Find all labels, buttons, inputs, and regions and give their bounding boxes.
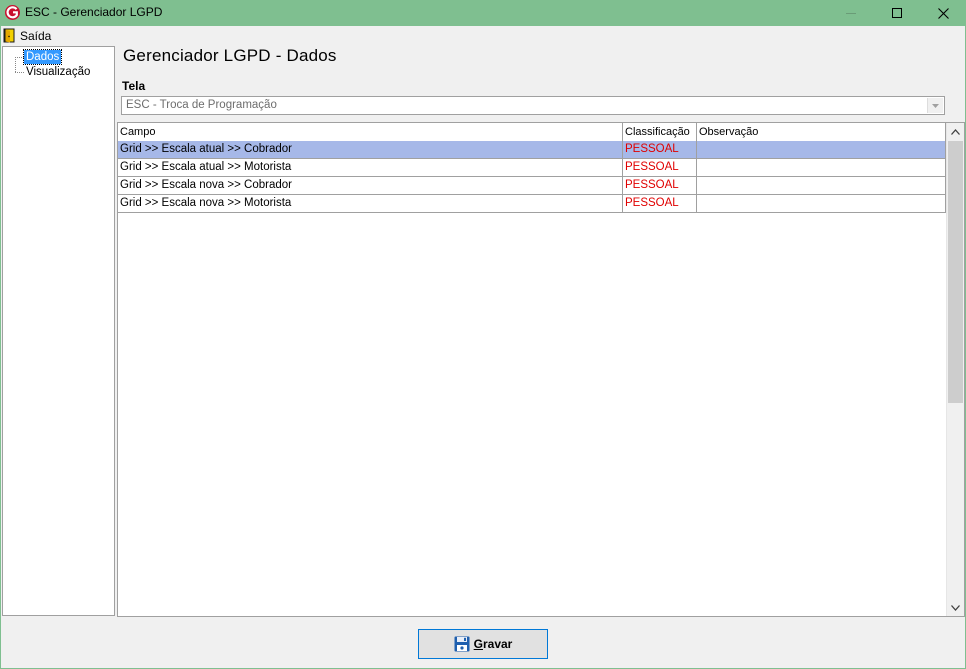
chevron-down-icon bbox=[932, 103, 939, 108]
app-logo-icon bbox=[5, 5, 20, 20]
table-row[interactable]: Grid >> Escala nova >> Motorista PESSOAL bbox=[118, 195, 946, 213]
column-header-campo[interactable]: Campo bbox=[118, 123, 623, 141]
fields-grid[interactable]: Campo Classificação Observação Grid >> E… bbox=[117, 122, 965, 617]
exit-door-icon bbox=[3, 28, 15, 43]
maximize-icon bbox=[892, 8, 902, 18]
cell-classificacao[interactable]: PESSOAL bbox=[623, 159, 697, 176]
save-button-label: Gravar bbox=[473, 637, 513, 651]
minimize-button[interactable] bbox=[828, 0, 874, 26]
grid-vertical-scrollbar[interactable] bbox=[946, 123, 964, 616]
table-row[interactable]: Grid >> Escala atual >> Cobrador PESSOAL bbox=[118, 141, 946, 159]
window-title: ESC - Gerenciador LGPD bbox=[25, 5, 163, 19]
cell-campo[interactable]: Grid >> Escala nova >> Motorista bbox=[118, 195, 623, 212]
cell-campo[interactable]: Grid >> Escala atual >> Motorista bbox=[118, 159, 623, 176]
menu-item-label: Saída bbox=[20, 28, 52, 43]
table-row[interactable]: Grid >> Escala nova >> Cobrador PESSOAL bbox=[118, 177, 946, 195]
cell-classificacao[interactable]: PESSOAL bbox=[623, 195, 697, 212]
scroll-up-button[interactable] bbox=[947, 123, 964, 140]
grid-header: Campo Classificação Observação bbox=[118, 123, 946, 142]
tela-select-value: ESC - Troca de Programação bbox=[126, 99, 277, 111]
cell-observacao[interactable] bbox=[697, 177, 946, 194]
close-button[interactable] bbox=[920, 0, 966, 26]
title-bar[interactable]: ESC - Gerenciador LGPD bbox=[0, 0, 966, 26]
cell-observacao[interactable] bbox=[697, 159, 946, 176]
tela-label: Tela bbox=[122, 79, 146, 93]
app-window: ESC - Gerenciador LGPD Saída Dados Visua… bbox=[0, 0, 966, 669]
tree-item-visualizacao[interactable]: Visualização bbox=[24, 65, 92, 79]
tree-connector bbox=[15, 57, 24, 58]
cell-classificacao[interactable]: PESSOAL bbox=[623, 177, 697, 194]
navigation-tree: Dados Visualização bbox=[2, 46, 115, 616]
tela-dropdown-button[interactable] bbox=[927, 98, 943, 113]
column-header-classificacao[interactable]: Classificação bbox=[623, 123, 697, 141]
cell-observacao[interactable] bbox=[697, 195, 946, 212]
cell-campo[interactable]: Grid >> Escala nova >> Cobrador bbox=[118, 177, 623, 194]
menu-item-saida[interactable]: Saída bbox=[3, 27, 55, 44]
column-header-observacao[interactable]: Observação bbox=[697, 123, 946, 141]
chevron-up-icon bbox=[951, 128, 960, 135]
minimize-icon bbox=[846, 13, 856, 14]
grid-body: Grid >> Escala atual >> Cobrador PESSOAL… bbox=[118, 141, 946, 213]
floppy-disk-icon bbox=[454, 636, 470, 652]
tree-connector bbox=[15, 72, 24, 73]
save-button[interactable]: Gravar bbox=[418, 629, 548, 659]
close-icon bbox=[937, 7, 949, 19]
page-title: Gerenciador LGPD - Dados bbox=[123, 46, 337, 65]
cell-observacao[interactable] bbox=[697, 141, 946, 158]
tela-select[interactable]: ESC - Troca de Programação bbox=[121, 96, 945, 115]
chevron-down-icon bbox=[951, 604, 960, 611]
scroll-down-button[interactable] bbox=[947, 599, 964, 616]
scroll-thumb[interactable] bbox=[948, 141, 963, 403]
cell-campo[interactable]: Grid >> Escala atual >> Cobrador bbox=[118, 141, 623, 158]
cell-classificacao[interactable]: PESSOAL bbox=[623, 141, 697, 158]
tree-item-dados[interactable]: Dados bbox=[22, 49, 63, 65]
window-border-left bbox=[0, 26, 1, 669]
table-row[interactable]: Grid >> Escala atual >> Motorista PESSOA… bbox=[118, 159, 946, 177]
maximize-button[interactable] bbox=[874, 0, 920, 26]
menu-bar: Saída bbox=[1, 26, 965, 45]
tree-connector bbox=[15, 57, 16, 72]
